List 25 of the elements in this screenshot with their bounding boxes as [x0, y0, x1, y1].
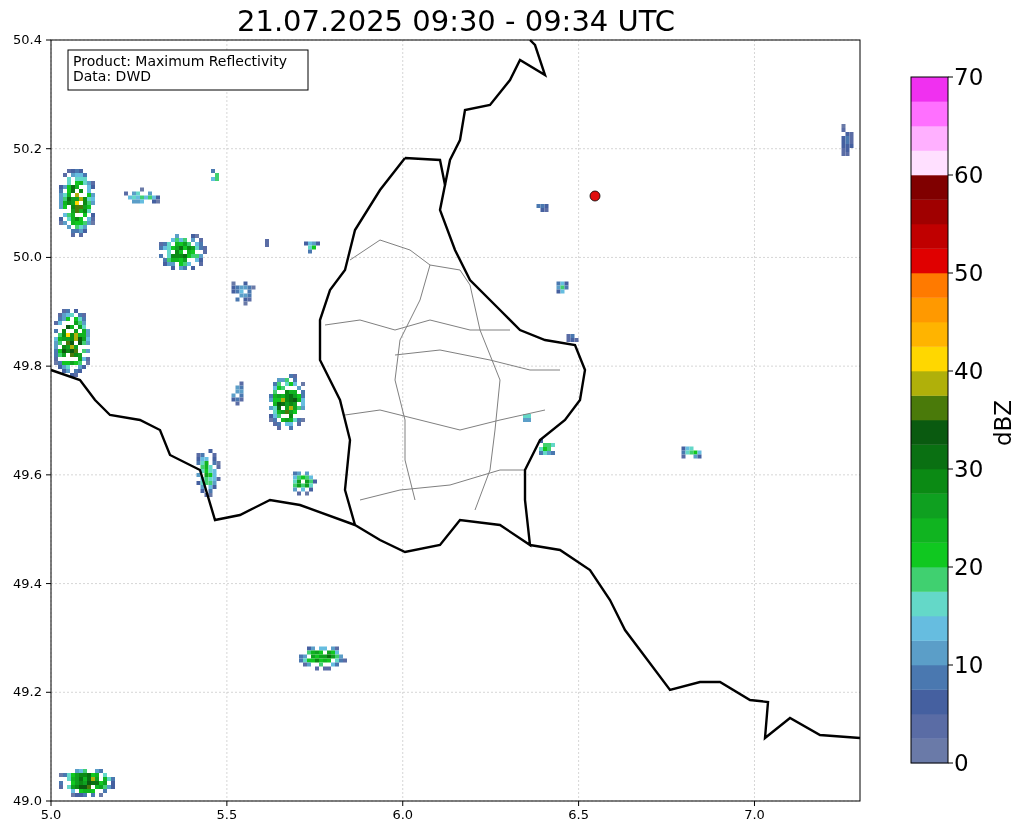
axis-tick-label: 49.2 [13, 684, 42, 700]
axis-tick-label: 7.0 [744, 807, 765, 822]
axis-tick-label: 49.8 [13, 358, 42, 374]
colorbar-tick-label: 0 [954, 750, 969, 776]
colorbar-tick-label: 10 [954, 652, 984, 678]
colorbar-tick-label: 40 [954, 358, 984, 384]
info-box: Product: Maximum Reflectivity Data: DWD [67, 49, 309, 91]
colorbar-label: dBZ [990, 399, 1016, 447]
axis-tick-label: 50.0 [13, 249, 42, 265]
axis-tick-label: 49.4 [13, 575, 42, 591]
axis-tick-label: 49.0 [13, 793, 42, 808]
colorbar-tick-label: 30 [954, 456, 984, 482]
axis-tick-label: 50.2 [13, 140, 42, 156]
colorbar-tick-label: 50 [954, 260, 984, 286]
colorbar-tick-label: 60 [954, 162, 984, 188]
axis-tick-label: 5.0 [40, 807, 62, 822]
colorbar-tick-label: 70 [954, 64, 984, 90]
axis-tick-label: 5.5 [216, 807, 238, 822]
axis-tick-label: 6.0 [392, 807, 414, 822]
axis-tick-label: 50.4 [13, 32, 42, 47]
chart-title: 21.07.2025 09:30 - 09:34 UTC [237, 4, 675, 38]
location-marker [589, 190, 601, 202]
colorbar-tick-label: 20 [954, 554, 984, 580]
axis-tick-label: 6.5 [568, 807, 589, 822]
axis-tick-label: 49.6 [13, 466, 42, 482]
